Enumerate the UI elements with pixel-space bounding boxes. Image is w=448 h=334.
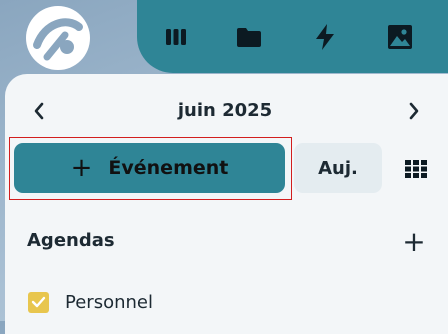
plus-icon: + [402,225,426,258]
new-event-button[interactable]: + Événement [14,143,285,193]
month-navigation: juin 2025 [0,94,448,128]
image-icon[interactable] [385,22,415,52]
chevron-right-icon[interactable] [400,94,428,128]
folder-icon[interactable] [234,22,264,52]
agendas-title: Agendas [27,230,115,251]
top-toolbar [137,0,448,73]
add-calendar-button[interactable]: + [400,228,428,258]
grid-view-icon[interactable] [399,154,433,184]
chevron-left-icon[interactable] [25,94,53,128]
month-title: juin 2025 [177,100,273,121]
calendar-item-personnel[interactable]: Personnel [28,289,153,315]
today-button[interactable]: Auj. [294,143,382,193]
bolt-icon[interactable] [310,22,340,52]
checkbox-checked[interactable] [28,291,49,313]
calendar-item-label: Personnel [65,291,153,313]
plus-icon: + [70,153,93,183]
apps-grid-icon[interactable] [161,22,191,52]
app-logo [25,5,91,71]
new-event-label: Événement [108,157,229,179]
